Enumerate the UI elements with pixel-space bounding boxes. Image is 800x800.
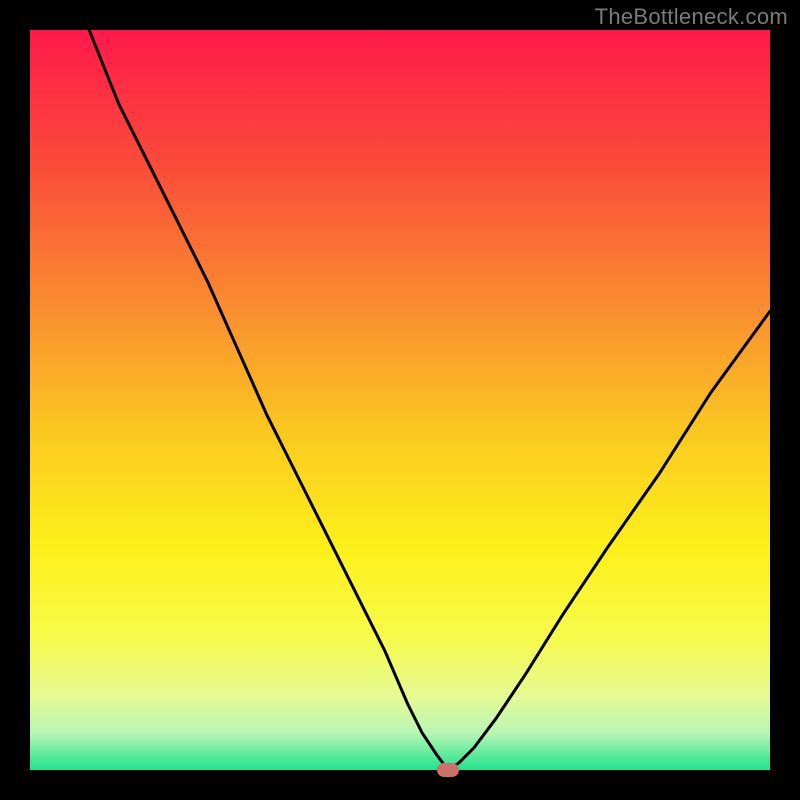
watermark-text: TheBottleneck.com bbox=[595, 4, 788, 30]
chart-frame: TheBottleneck.com bbox=[0, 0, 800, 800]
plot-svg bbox=[30, 30, 770, 770]
gradient-background bbox=[30, 30, 770, 770]
optimal-point-marker bbox=[437, 763, 459, 777]
plot-area bbox=[30, 30, 770, 770]
